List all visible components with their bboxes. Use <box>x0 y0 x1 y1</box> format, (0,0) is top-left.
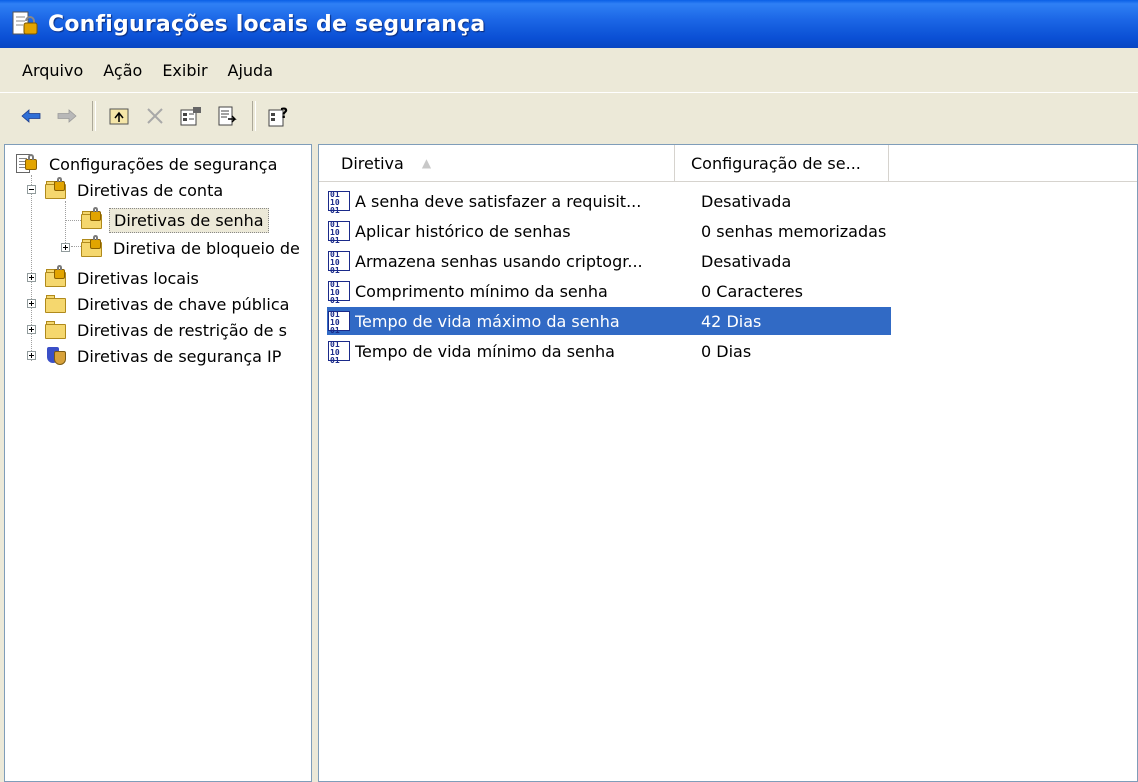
column-header-label: Configuração de se... <box>691 153 861 173</box>
list-row[interactable]: 01 10 01 Aplicar histórico de senhas 0 sen… <box>327 217 891 245</box>
delete-icon <box>147 107 163 124</box>
folder-icon <box>45 295 67 313</box>
expand-toggle[interactable] <box>27 273 36 282</box>
list-row[interactable]: 01 10 01 A senha deve satisfazer a requisi… <box>327 187 891 215</box>
policy-icon: 01 10 01 <box>327 219 353 245</box>
locked-folder-icon <box>81 207 103 229</box>
policy-setting: 0 Dias <box>701 341 752 361</box>
column-header-configuracao[interactable]: Configuração de se... <box>675 145 889 181</box>
policy-icon: 01 10 01 <box>327 189 353 215</box>
policy-icon: 01 10 01 <box>327 279 353 305</box>
policy-setting: 0 senhas memorizadas <box>701 221 887 241</box>
column-header-diretiva[interactable]: Diretiva ▲ <box>319 145 675 181</box>
policy-setting: Desativada <box>701 251 792 271</box>
expand-toggle[interactable] <box>27 325 36 334</box>
policy-icon: 01 10 01 <box>327 339 353 365</box>
tree-item-diretivas-de-conta[interactable]: Diretivas de conta <box>45 177 227 203</box>
menu-acao[interactable]: Ação <box>93 57 152 84</box>
tree-item-label: Diretivas locais <box>77 268 199 288</box>
tree-connector <box>65 201 66 247</box>
menu-exibir[interactable]: Exibir <box>152 57 217 84</box>
tree-item-diretivas-locais[interactable]: Diretivas locais <box>45 265 203 291</box>
tree-item-diretivas-de-senha[interactable]: Diretivas de senha <box>81 207 269 233</box>
column-header-label: Diretiva <box>341 153 404 173</box>
collapse-toggle[interactable] <box>27 185 36 194</box>
tree-item-label: Diretivas de senha <box>109 207 269 233</box>
svg-text:?: ? <box>280 106 288 122</box>
list-row[interactable]: 01 10 01 Tempo de vida mínimo da senha 0 D… <box>327 337 891 365</box>
help-icon: ? <box>268 106 288 126</box>
policy-name: Comprimento mínimo da senha <box>355 281 608 301</box>
menu-arquivo[interactable]: Arquivo <box>14 57 93 84</box>
export-list-button[interactable] <box>212 101 242 131</box>
console-tree[interactable]: Configurações de segurança Diretivas de … <box>4 144 312 782</box>
expand-toggle[interactable] <box>27 351 36 360</box>
list-row[interactable]: 01 10 01 Armazena senhas usando criptogr..… <box>327 247 891 275</box>
window-title: Configurações locais de segurança <box>48 11 486 37</box>
sort-ascending-icon: ▲ <box>421 156 432 170</box>
ip-security-shield-icon <box>45 345 67 367</box>
properties-button[interactable] <box>176 101 206 131</box>
tree-item-label: Diretivas de chave pública <box>77 294 290 314</box>
forward-arrow-icon <box>57 108 77 123</box>
back-arrow-icon <box>21 108 41 123</box>
toolbar-separator <box>92 100 96 131</box>
folder-icon <box>45 321 67 339</box>
tree-item-label: Diretivas de conta <box>77 180 224 200</box>
policy-setting: Desativada <box>701 191 792 211</box>
menu-ajuda[interactable]: Ajuda <box>218 57 284 84</box>
up-folder-icon <box>109 108 129 124</box>
toolbar: ? <box>0 92 1138 138</box>
toolbar-separator <box>252 100 256 131</box>
content-area: Configurações de segurança Diretivas de … <box>0 140 1138 782</box>
locked-folder-icon <box>81 235 103 257</box>
tree-item-label: Diretiva de bloqueio de <box>113 238 300 258</box>
tree-root-label: Configurações de segurança <box>49 154 278 174</box>
forward-button[interactable] <box>52 101 82 131</box>
tree-item-diretivas-de-restricao[interactable]: Diretivas de restrição de s <box>45 317 291 343</box>
expand-toggle[interactable] <box>27 299 36 308</box>
policy-icon: 01 10 01 <box>327 249 353 275</box>
locked-folder-icon <box>45 177 67 199</box>
tree-item-label: Diretivas de segurança IP <box>77 346 282 366</box>
security-settings-icon <box>15 153 39 175</box>
export-list-icon <box>218 106 237 125</box>
expand-toggle[interactable] <box>61 243 70 252</box>
security-settings-app-icon <box>10 9 40 39</box>
list-row[interactable]: 01 10 01 Comprimento mínimo da senha 0 Car… <box>327 277 891 305</box>
help-button[interactable]: ? <box>264 101 294 131</box>
locked-folder-icon <box>45 265 67 287</box>
list-header: Diretiva ▲ Configuração de se... <box>319 145 1137 182</box>
title-bar: Configurações locais de segurança <box>0 0 1138 48</box>
policy-name: Tempo de vida máximo da senha <box>355 311 620 331</box>
policy-name: A senha deve satisfazer a requisit... <box>355 191 642 211</box>
properties-icon <box>180 106 201 125</box>
policy-name: Aplicar histórico de senhas <box>355 221 571 241</box>
policy-setting: 42 Dias <box>701 311 762 331</box>
details-list[interactable]: Diretiva ▲ Configuração de se... 01 10 01 … <box>318 144 1138 782</box>
policy-name: Armazena senhas usando criptogr... <box>355 251 643 271</box>
tree-item-diretivas-de-seguranca-ip[interactable]: Diretivas de segurança IP <box>45 343 285 369</box>
back-button[interactable] <box>16 101 46 131</box>
tree-item-diretiva-de-bloqueio[interactable]: Diretiva de bloqueio de <box>81 235 304 261</box>
policy-name: Tempo de vida mínimo da senha <box>355 341 615 361</box>
menu-bar: Arquivo Ação Exibir Ajuda <box>0 48 1138 92</box>
up-one-level-button[interactable] <box>104 101 134 131</box>
policy-icon: 01 10 01 <box>327 309 353 335</box>
list-row-selected[interactable]: 01 10 01 Tempo de vida máximo da senha 42 … <box>327 307 891 335</box>
delete-button[interactable] <box>140 101 170 131</box>
tree-item-label: Diretivas de restrição de s <box>77 320 287 340</box>
policy-setting: 0 Caracteres <box>701 281 803 301</box>
tree-item-diretivas-de-chave-publica[interactable]: Diretivas de chave pública <box>45 291 293 317</box>
tree-root[interactable]: Configurações de segurança <box>15 151 281 177</box>
